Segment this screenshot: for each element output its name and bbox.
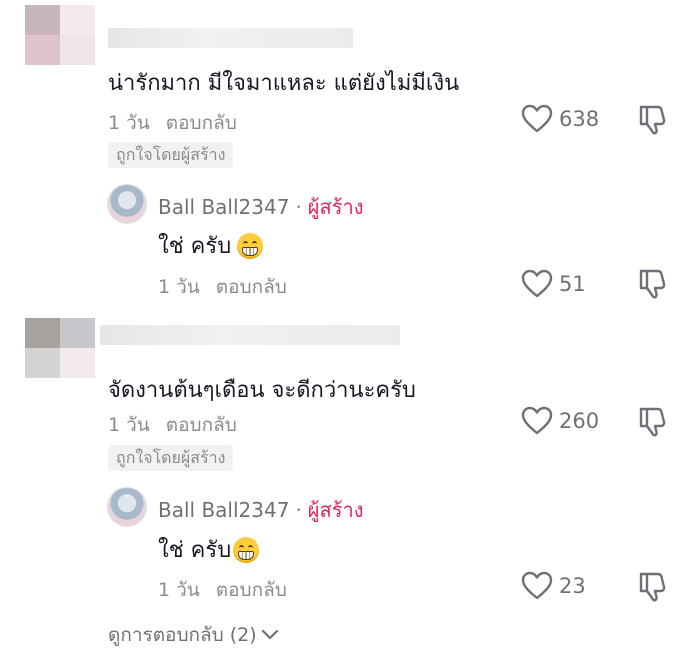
commenter-avatar[interactable] xyxy=(25,5,95,65)
reply-author-line: Ball Ball2347 · ผู้สร้าง xyxy=(158,191,363,223)
thumbs-down-icon xyxy=(639,572,666,602)
reply-author-name[interactable]: Ball Ball2347 xyxy=(158,195,289,219)
avatar-pixel xyxy=(60,348,95,378)
heart-outline-icon xyxy=(521,269,553,298)
view-replies-label: ดูการตอบกลับ (2) xyxy=(108,624,257,646)
comment-time: 1 วัน xyxy=(108,112,150,134)
liked-by-creator-badge: ถูกใจโดยผู้สร้าง xyxy=(108,142,234,168)
reply-meta: 1 วัน ตอบกลับ xyxy=(158,575,287,605)
reply-button[interactable]: ตอบกลับ xyxy=(166,112,237,134)
reply-text-line: ใช่ ครับ xyxy=(158,532,260,567)
blurred-username[interactable] xyxy=(100,325,400,345)
reply-button[interactable]: ตอบกลับ xyxy=(216,276,287,298)
avatar-pixel xyxy=(60,5,95,35)
comment-meta: 1 วัน ตอบกลับ xyxy=(108,410,237,440)
avatar-pixel xyxy=(25,348,60,378)
reply-dislike-button[interactable] xyxy=(638,268,668,304)
reply-author-name[interactable]: Ball Ball2347 xyxy=(158,498,289,522)
like-button[interactable]: 260 xyxy=(521,406,599,436)
chevron-down-icon xyxy=(261,629,278,640)
comment-text: จัดงานต้นๆเดือน จะดีกว่านะครับ xyxy=(108,378,416,403)
heart-outline-icon xyxy=(521,571,553,600)
thumbs-down-icon xyxy=(639,269,666,299)
avatar-pixel xyxy=(60,318,95,348)
thumbs-down-icon xyxy=(639,407,666,437)
reply-time: 1 วัน xyxy=(158,276,200,298)
reply-author-line: Ball Ball2347 · ผู้สร้าง xyxy=(158,494,363,526)
reply-dislike-button[interactable] xyxy=(638,571,668,607)
heart-outline-icon xyxy=(521,406,553,435)
reply-text: ใช่ ครับ xyxy=(158,538,232,563)
reply-like-button[interactable]: 51 xyxy=(521,269,586,299)
avatar-pixel xyxy=(60,35,95,65)
grinning-face-emoji xyxy=(233,536,260,563)
reply-meta: 1 วัน ตอบกลับ xyxy=(158,272,287,302)
avatar-pixel xyxy=(25,35,60,65)
liked-by-creator-badge: ถูกใจโดยผู้สร้าง xyxy=(108,445,234,471)
creator-label: ผู้สร้าง xyxy=(307,498,364,522)
reply-text-line: ใช่ ครับ xyxy=(158,228,264,263)
reply-button[interactable]: ตอบกลับ xyxy=(216,579,287,601)
commenter-avatar[interactable] xyxy=(25,318,95,378)
dislike-button[interactable] xyxy=(638,406,668,442)
comment-meta: 1 วัน ตอบกลับ xyxy=(108,108,237,138)
creator-avatar[interactable] xyxy=(107,184,147,224)
reply-like-button[interactable]: 23 xyxy=(521,571,586,601)
like-count: 51 xyxy=(559,272,586,296)
reply-text: ใช่ ครับ xyxy=(158,234,232,259)
separator-dot: · xyxy=(295,498,302,522)
reply-time: 1 วัน xyxy=(158,579,200,601)
grinning-face-emoji xyxy=(237,232,264,259)
avatar-pixel xyxy=(25,318,60,348)
like-count: 23 xyxy=(559,574,586,598)
creator-avatar[interactable] xyxy=(107,487,147,527)
comment-text: น่ารักมาก มีใจมาแหละ แต่ยังไม่มีเงิน xyxy=(108,71,460,96)
creator-label: ผู้สร้าง xyxy=(307,195,364,219)
like-button[interactable]: 638 xyxy=(521,104,599,134)
view-replies-button[interactable]: ดูการตอบกลับ (2) xyxy=(108,620,279,650)
separator-dot: · xyxy=(295,195,302,219)
thumbs-down-icon xyxy=(639,105,666,135)
like-count: 638 xyxy=(559,107,600,131)
avatar-pixel xyxy=(25,5,60,35)
reply-button[interactable]: ตอบกลับ xyxy=(166,414,237,436)
dislike-button[interactable] xyxy=(638,104,668,140)
blurred-username[interactable] xyxy=(108,28,353,48)
heart-outline-icon xyxy=(521,104,553,133)
like-count: 260 xyxy=(559,409,600,433)
comment-time: 1 วัน xyxy=(108,414,150,436)
